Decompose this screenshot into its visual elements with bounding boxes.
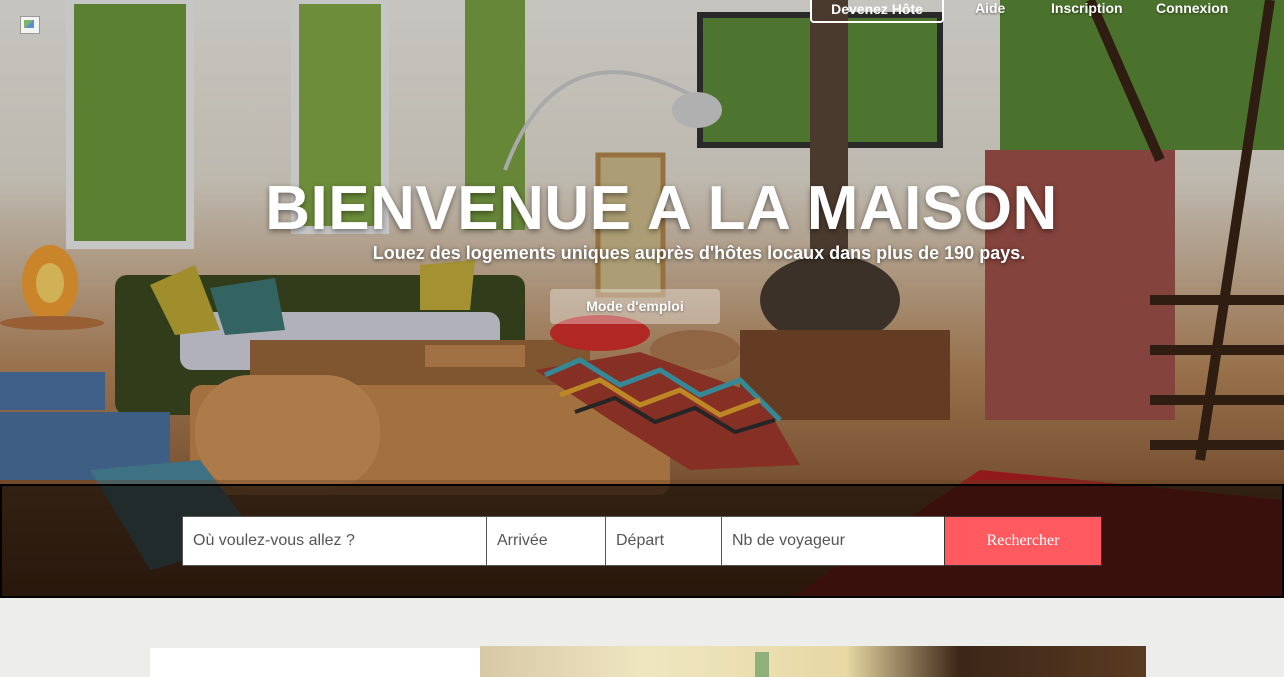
hero-title: BIENVENUE A LA MAISON: [265, 174, 1058, 243]
checkin-input[interactable]: Arrivée: [486, 516, 606, 566]
content-card: [150, 648, 480, 677]
broken-logo-image[interactable]: [20, 16, 40, 34]
help-link[interactable]: Aide: [975, 0, 1005, 16]
become-host-button[interactable]: Devenez Hôte: [810, 0, 944, 23]
how-it-works-button[interactable]: Mode d'emploi: [550, 289, 720, 324]
checkout-input[interactable]: Départ: [605, 516, 722, 566]
hero-subtitle: Louez des logements uniques auprès d'hôt…: [372, 243, 1026, 263]
content-photo: [480, 646, 1146, 677]
signup-link[interactable]: Inscription: [1051, 0, 1123, 16]
search-button[interactable]: Rechercher: [944, 516, 1102, 566]
login-link[interactable]: Connexion: [1156, 0, 1228, 16]
destination-input[interactable]: Où voulez-vous allez ?: [182, 516, 487, 566]
guests-input[interactable]: Nb de voyageur: [721, 516, 945, 566]
